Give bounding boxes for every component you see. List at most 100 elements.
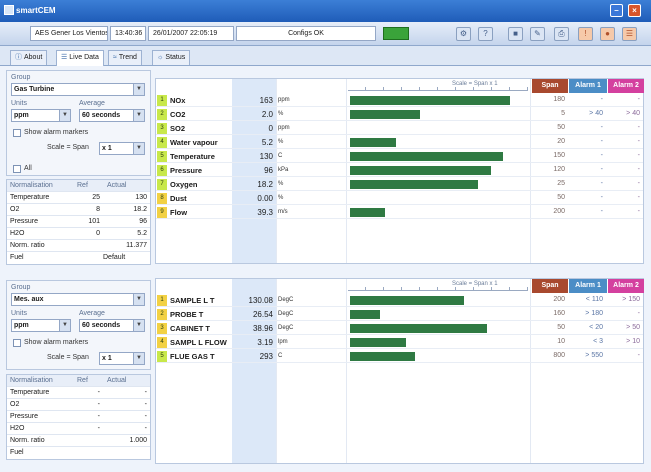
table-row[interactable]: 9 Flow 39.3 m/s 200 - - xyxy=(156,205,643,219)
alarm-icon[interactable]: ! xyxy=(578,27,593,41)
help-icon[interactable]: ? xyxy=(478,27,493,41)
norm-name: Fuel xyxy=(10,449,24,456)
scale-ruler xyxy=(348,287,528,291)
tab-about[interactable]: ⓘ About xyxy=(10,50,48,65)
alarm2-value: - xyxy=(637,152,640,159)
norm-actual: - xyxy=(144,389,147,396)
table-row[interactable]: 2 PROBE T 26.54 DegC 160 > 180 - xyxy=(156,307,643,321)
table-row[interactable]: 1 SAMPLE L T 130.08 DegC 200 < 110 > 150 xyxy=(156,293,643,307)
table-row[interactable]: 4 SAMPL L FLOW 3.19 lpm 10 < 3 > 10 xyxy=(156,335,643,349)
table-row: Temperature 25 130 xyxy=(7,192,150,204)
close-button[interactable]: × xyxy=(628,4,641,17)
table-row[interactable]: 3 SO2 0 ppm 50 - - xyxy=(156,121,643,135)
save-icon[interactable]: ■ xyxy=(508,27,523,41)
minimize-button[interactable]: – xyxy=(610,4,623,17)
show-alarm-markers-checkbox[interactable] xyxy=(13,339,21,347)
alarm2-value: > 10 xyxy=(626,338,640,345)
table-row[interactable]: 8 Dust 0.00% 50 - - xyxy=(156,191,643,205)
table-row[interactable]: 1 NOx 163 ppm 180 - - xyxy=(156,93,643,107)
row-number-badge: 5 xyxy=(157,151,167,162)
scale-select[interactable]: x 1 ▼ xyxy=(99,352,145,365)
print-icon[interactable]: ⎙ xyxy=(554,27,569,41)
average-label: Average xyxy=(79,100,105,107)
norm-name: H2O xyxy=(10,425,25,432)
parameter-unit: DegC xyxy=(278,311,294,317)
table-row[interactable]: 4 Water vapour 5.2% 20 - - xyxy=(156,135,643,149)
row-number-badge: 9 xyxy=(157,207,167,218)
table-header: Normalisation Ref Actual xyxy=(7,375,150,387)
scale-select[interactable]: x 1 ▼ xyxy=(99,142,145,155)
alarm2-value: - xyxy=(637,96,640,103)
norm-name: Norm. ratio xyxy=(10,437,45,444)
app-icon xyxy=(4,5,14,15)
table-row[interactable]: 5 Temperature 130 C 150 - - xyxy=(156,149,643,163)
row-number-badge: 3 xyxy=(157,123,167,134)
group-select[interactable]: Gas Turbine ▼ xyxy=(11,83,145,96)
parameter-name: Oxygen xyxy=(170,180,198,189)
span-value: 50 xyxy=(557,194,565,201)
table-row[interactable]: 6 Pressure 96 kPa 120 - - xyxy=(156,163,643,177)
parameter-name: CO2 xyxy=(170,110,186,119)
tab-trend[interactable]: ≈ Trend xyxy=(108,50,142,65)
parameter-unit: % xyxy=(278,195,284,201)
group-value: Gas Turbine xyxy=(14,86,55,93)
settings-icon[interactable]: ⚙ xyxy=(456,27,471,41)
table-row[interactable]: 7 Oxygen 18.2% 25 - - xyxy=(156,177,643,191)
units-select[interactable]: ppm ▼ xyxy=(11,319,71,332)
parameter-unit: C xyxy=(278,353,283,359)
scale-ruler xyxy=(348,87,528,91)
group2-controls: Group Mes. aux ▼ Units Average ppm ▼ 60 se… xyxy=(6,280,151,370)
info-icon: ⓘ xyxy=(15,54,22,61)
average-select[interactable]: 60 seconds ▼ xyxy=(79,109,145,122)
log-icon[interactable]: ☰ xyxy=(622,27,637,41)
span-value: 20 xyxy=(557,138,565,145)
tab-live-data[interactable]: ☰ Live Data xyxy=(56,50,104,66)
span-header: Span xyxy=(532,79,568,93)
scale-value: x 1 xyxy=(102,355,112,362)
norm-ref: 8 xyxy=(96,206,100,213)
alarm1-value: - xyxy=(600,152,603,159)
edit-icon[interactable]: ✎ xyxy=(530,27,545,41)
table-row[interactable]: 5 FLUE GAS T 293 C 800 > 550 - xyxy=(156,349,643,363)
norm-ref: 0 xyxy=(96,230,100,237)
parameter-name: Dust xyxy=(170,194,187,203)
parameter-unit: % xyxy=(278,181,284,187)
all-checkbox[interactable] xyxy=(13,165,21,173)
parameter-name: SO2 xyxy=(170,124,186,133)
alarm2-value: - xyxy=(637,208,640,215)
norm-ref: - xyxy=(97,401,100,408)
show-alarm-markers-checkbox[interactable] xyxy=(13,129,21,137)
parameter-name: Temperature xyxy=(170,152,215,161)
row-number-badge: 5 xyxy=(157,351,167,362)
norm-name: Temperature xyxy=(10,389,50,396)
table-row: Fuel xyxy=(7,447,150,459)
parameter-value: 18.2 xyxy=(257,180,273,189)
alarm2-value: - xyxy=(637,124,640,131)
value-bar xyxy=(350,208,385,217)
group-select[interactable]: Mes. aux ▼ xyxy=(11,293,145,306)
average-value: 60 seconds xyxy=(82,112,121,119)
chevron-down-icon: ▼ xyxy=(133,294,144,305)
scale-label: Scale = Span xyxy=(47,144,89,151)
alarm2-value: - xyxy=(637,138,640,145)
parameter-name: SAMPLE L T xyxy=(170,296,215,305)
status-icon: ☼ xyxy=(157,54,164,61)
normalisation-header: Normalisation xyxy=(10,377,53,384)
value-bar xyxy=(350,96,510,105)
alarm2-value: - xyxy=(637,194,640,201)
units-select[interactable]: ppm ▼ xyxy=(11,109,71,122)
table-row[interactable]: 2 CO2 2.0% 5 > 40 > 40 xyxy=(156,107,643,121)
event-icon[interactable]: ● xyxy=(600,27,615,41)
tab-status[interactable]: ☼ Status xyxy=(152,50,191,65)
table-row[interactable]: 3 CABINET T 38.96 DegC 50 < 20 > 50 xyxy=(156,321,643,335)
parameter-unit: kPa xyxy=(278,167,289,173)
span-header: Span xyxy=(532,279,568,293)
span-value: 180 xyxy=(553,96,565,103)
parameter-name: Flow xyxy=(170,208,188,217)
window-title: smartCEM xyxy=(16,6,56,15)
parameter-value: 2.0 xyxy=(261,110,273,119)
average-select[interactable]: 60 seconds ▼ xyxy=(79,319,145,332)
norm-ref: 101 xyxy=(88,218,100,225)
row-number-badge: 1 xyxy=(157,95,167,106)
span-value: 800 xyxy=(553,352,565,359)
